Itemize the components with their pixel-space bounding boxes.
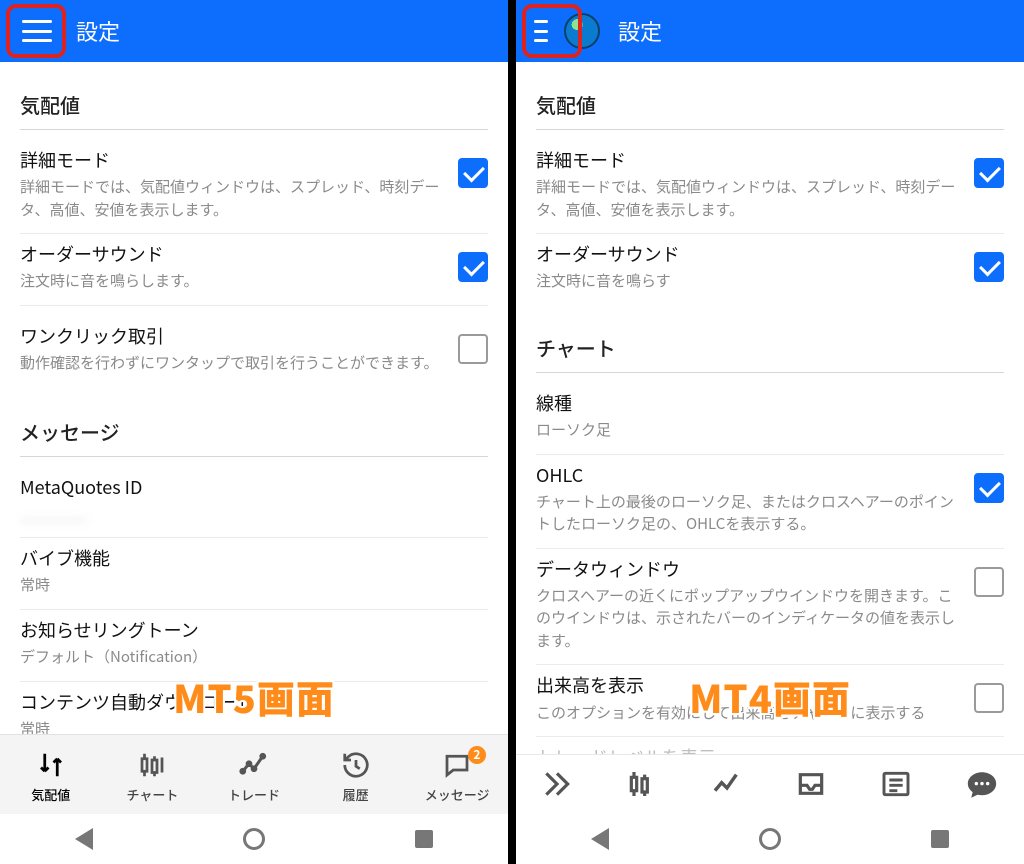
inbox-icon[interactable] bbox=[795, 768, 829, 802]
item-desc: 注文時に音を鳴らします。 bbox=[20, 270, 444, 293]
checkbox[interactable] bbox=[974, 252, 1004, 282]
item-title: データウィンドウ bbox=[536, 557, 960, 582]
item-title: お知らせリングトーン bbox=[20, 618, 474, 643]
tab-label: 気配値 bbox=[31, 785, 70, 804]
item-desc: 詳細モードでは、気配値ウィンドウは、スプレッド、時刻データ、高値、安値を表示しま… bbox=[20, 176, 444, 221]
item-ringtone[interactable]: お知らせリングトーン デフォルト（Notification） bbox=[20, 610, 488, 682]
item-desc: クロスヘアーの近くにポップアップウインドウを開きます。このウインドウは、示された… bbox=[536, 585, 960, 653]
header-bar: 設定 bbox=[0, 0, 508, 62]
header-title: 設定 bbox=[76, 15, 120, 47]
item-title: バイブ機能 bbox=[20, 546, 474, 571]
item-title: ワンクリック取引 bbox=[20, 324, 444, 349]
checkbox[interactable] bbox=[974, 473, 1004, 503]
bottom-tabbar: 気配値 チャート トレード 履歴 2 メッセージ bbox=[0, 734, 508, 814]
content-area: 気配値 詳細モード 詳細モードでは、気配値ウィンドウは、スプレッド、時刻データ、… bbox=[0, 62, 508, 734]
item-oneclick[interactable]: ワンクリック取引 動作確認を行わずにワンタップで取引を行うことができます。 bbox=[20, 316, 488, 387]
item-title: 詳細モード bbox=[536, 148, 960, 173]
arrows-updown-icon bbox=[36, 750, 66, 780]
back-icon[interactable] bbox=[591, 828, 609, 850]
header-bar: 設定 bbox=[516, 0, 1024, 62]
tab-label: メッセージ bbox=[425, 785, 490, 804]
item-vibrate[interactable]: バイブ機能 常時 bbox=[20, 538, 488, 610]
checkbox[interactable] bbox=[974, 158, 1004, 188]
item-volume[interactable]: 出来高を表示 このオプションを有効にして出来高をチャートに表示する bbox=[536, 665, 1004, 737]
mt5-screen: 設定 気配値 詳細モード 詳細モードでは、気配値ウィンドウは、スプレッド、時刻デ… bbox=[0, 0, 512, 864]
tab-trade[interactable]: トレード bbox=[203, 750, 305, 804]
item-desc: ローソク足 bbox=[536, 419, 990, 442]
item-desc: チャート上の最後のローソク足、またはクロスヘアーのポイントしたローソク足の、OH… bbox=[536, 491, 960, 536]
content-area: 気配値 詳細モード 詳細モードでは、気配値ウィンドウは、スプレッド、時刻データ、… bbox=[516, 62, 1024, 754]
history-icon bbox=[341, 750, 371, 780]
item-advanced[interactable]: 詳細モード 詳細モードでは、気配値ウィンドウは、スプレッド、時刻データ、高値、安… bbox=[20, 140, 488, 234]
home-icon[interactable] bbox=[759, 828, 781, 850]
item-desc: 注文時に音を鳴らす bbox=[536, 270, 960, 293]
item-title: 詳細モード bbox=[20, 148, 444, 173]
chat-icon[interactable] bbox=[965, 768, 999, 802]
item-desc: ________ bbox=[20, 503, 474, 526]
mt4-screen: 設定 気配値 詳細モード 詳細モードでは、気配値ウィンドウは、スプレッド、時刻デ… bbox=[512, 0, 1024, 864]
app-logo-icon bbox=[564, 13, 600, 49]
checkbox[interactable] bbox=[458, 158, 488, 188]
home-icon[interactable] bbox=[243, 828, 265, 850]
recent-icon[interactable] bbox=[415, 830, 433, 848]
item-advanced[interactable]: 詳細モード 詳細モードでは、気配値ウィンドウは、スプレッド、時刻データ、高値、安… bbox=[536, 140, 1004, 234]
item-ordersound[interactable]: オーダーサウンド 注文時に音を鳴らします。 bbox=[20, 234, 488, 306]
android-softnav bbox=[516, 814, 1024, 864]
message-badge: 2 bbox=[468, 746, 486, 764]
item-desc: 動作確認を行わずにワンタップで取引を行うことができます。 bbox=[20, 352, 444, 375]
android-softnav bbox=[0, 814, 508, 864]
item-title: オーダーサウンド bbox=[536, 242, 960, 267]
item-title: OHLC bbox=[536, 463, 960, 488]
menu-icon[interactable] bbox=[534, 20, 548, 42]
menu-icon[interactable] bbox=[22, 20, 52, 42]
item-title: 出来高を表示 bbox=[536, 673, 960, 698]
item-desc: 詳細モードでは、気配値ウィンドウは、スプレッド、時刻データ、高値、安値を表示しま… bbox=[536, 176, 960, 221]
item-datawindow[interactable]: データウィンドウ クロスヘアーの近くにポップアップウインドウを開きます。このウイ… bbox=[536, 549, 1004, 666]
candlestick-icon bbox=[137, 750, 167, 780]
quotes-icon[interactable] bbox=[541, 768, 575, 802]
trend-icon[interactable] bbox=[711, 768, 745, 802]
tab-quotes[interactable]: 気配値 bbox=[0, 750, 102, 804]
item-desc: デフォルト（Notification） bbox=[20, 646, 474, 669]
checkbox[interactable] bbox=[458, 252, 488, 282]
candlestick-icon[interactable] bbox=[626, 768, 660, 802]
tab-chart[interactable]: チャート bbox=[102, 750, 204, 804]
item-desc: このオプションを有効にして出来高をチャートに表示する bbox=[536, 702, 960, 725]
recent-icon[interactable] bbox=[931, 830, 949, 848]
item-desc: 常時 bbox=[20, 718, 474, 734]
section-chart: チャート bbox=[536, 321, 1004, 373]
item-mqid[interactable]: MetaQuotes ID ________ bbox=[20, 467, 488, 539]
news-icon[interactable] bbox=[880, 768, 914, 802]
item-title: トレードレベルを表示 bbox=[536, 745, 960, 754]
section-quotes: 気配値 bbox=[536, 78, 1004, 130]
item-title: オーダーサウンド bbox=[20, 242, 444, 267]
tab-label: 履歴 bbox=[343, 785, 369, 804]
tab-messages[interactable]: 2 メッセージ bbox=[406, 750, 508, 804]
item-title: コンテンツ自動ダウンロード bbox=[20, 690, 474, 715]
checkbox[interactable] bbox=[974, 567, 1004, 597]
item-linetype[interactable]: 線種 ローソク足 bbox=[536, 383, 1004, 455]
back-icon[interactable] bbox=[75, 828, 93, 850]
section-quotes: 気配値 bbox=[20, 78, 488, 130]
item-tradelevel[interactable]: トレードレベルを表示 トレードレベルを有効にし、ペンディングオーダー bbox=[536, 737, 1004, 754]
item-ohlc[interactable]: OHLC チャート上の最後のローソク足、またはクロスヘアーのポイントしたローソク… bbox=[536, 455, 1004, 549]
item-ordersound[interactable]: オーダーサウンド 注文時に音を鳴らす bbox=[536, 234, 1004, 305]
tab-label: チャート bbox=[126, 785, 178, 804]
header-title: 設定 bbox=[618, 15, 662, 47]
checkbox[interactable] bbox=[458, 334, 488, 364]
item-title: 線種 bbox=[536, 391, 990, 416]
section-messages: メッセージ bbox=[20, 405, 488, 457]
tab-history[interactable]: 履歴 bbox=[305, 750, 407, 804]
item-title: MetaQuotes ID bbox=[20, 475, 474, 500]
checkbox[interactable] bbox=[974, 683, 1004, 713]
item-autodl[interactable]: コンテンツ自動ダウンロード 常時 bbox=[20, 682, 488, 734]
trend-icon bbox=[239, 750, 269, 780]
tab-label: トレード bbox=[228, 785, 280, 804]
bottom-iconbar bbox=[516, 754, 1024, 814]
item-desc: 常時 bbox=[20, 574, 474, 597]
